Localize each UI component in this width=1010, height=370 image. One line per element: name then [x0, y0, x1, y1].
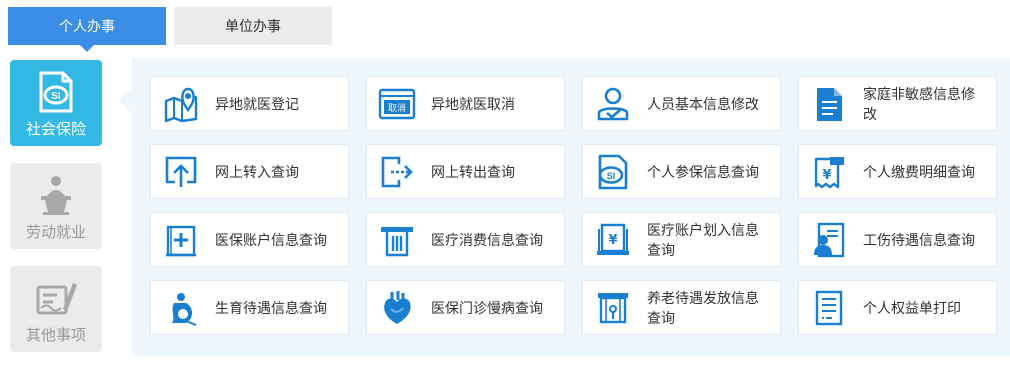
service-label: 异地就医登记: [215, 95, 299, 112]
service-label: 医保门诊慢病查询: [431, 299, 543, 316]
service-item-personal-insurance-query[interactable]: SI 个人参保信息查询: [582, 144, 781, 199]
document-icon: [805, 84, 853, 124]
service-label: 医保账户信息查询: [215, 231, 327, 248]
pregnancy-icon: [157, 288, 205, 328]
service-label: 工伤待遇信息查询: [863, 231, 975, 248]
service-item-medical-consumption-query[interactable]: 医疗消费信息查询: [366, 212, 565, 267]
speaker-podium-icon: [28, 171, 84, 219]
pension-frame-icon: [589, 288, 637, 328]
heart-organ-icon: [373, 288, 421, 328]
si-document-icon: SI: [589, 152, 637, 192]
tab-unit[interactable]: 单位办事: [174, 7, 332, 45]
user-check-icon: [589, 84, 637, 124]
social-insurance-icon: SI: [28, 68, 84, 116]
payment-receipt-icon: ¥: [805, 152, 853, 192]
svg-text:SI: SI: [607, 171, 616, 181]
service-label: 家庭非敏感信息修改: [863, 85, 975, 122]
service-label: 医疗消费信息查询: [431, 231, 543, 248]
svg-text:¥: ¥: [608, 233, 617, 248]
sidebar-item-employment[interactable]: 劳动就业: [10, 163, 102, 249]
service-item-payment-detail-query[interactable]: ¥ 个人缴费明细查询: [798, 144, 997, 199]
export-arrow-icon: [373, 152, 421, 192]
worker-card-icon: [805, 220, 853, 260]
sidebar-item-label: 其他事项: [25, 327, 86, 344]
sidebar-item-label: 劳动就业: [25, 224, 86, 241]
service-item-family-info-edit[interactable]: 家庭非敏感信息修改: [798, 76, 997, 131]
service-label: 网上转出查询: [431, 163, 515, 180]
service-item-pension-payment-query[interactable]: 养老待遇发放信息查询: [582, 280, 781, 335]
service-item-rights-statement-print[interactable]: 个人权益单打印: [798, 280, 997, 335]
service-label: 个人权益单打印: [863, 299, 961, 316]
service-label: 个人参保信息查询: [647, 163, 759, 180]
sidebar: SI 社会保险 劳动就业 其他事项: [10, 60, 102, 369]
cancel-window-icon: 取消: [373, 84, 421, 124]
service-item-maternity-benefit-query[interactable]: 生育待遇信息查询: [150, 280, 349, 335]
service-label: 个人缴费明细查询: [863, 163, 975, 180]
yen-transfer-icon: ¥: [589, 220, 637, 260]
svg-text:SI: SI: [51, 91, 61, 102]
sidebar-item-social-insurance[interactable]: SI 社会保险: [10, 60, 102, 146]
atm-slot-icon: [373, 220, 421, 260]
upload-arrow-icon: [157, 152, 205, 192]
service-label: 养老待遇发放信息查询: [647, 289, 759, 326]
sidebar-item-label: 社会保险: [25, 121, 86, 138]
service-label: 人员基本信息修改: [647, 95, 759, 112]
service-item-person-info-edit[interactable]: 人员基本信息修改: [582, 76, 781, 131]
service-item-transfer-out-query[interactable]: 网上转出查询: [366, 144, 565, 199]
service-item-chronic-disease-query[interactable]: 医保门诊慢病查询: [366, 280, 565, 335]
print-record-icon: [805, 288, 853, 328]
medical-box-icon: [157, 220, 205, 260]
panel-pointer: [119, 88, 132, 114]
service-label: 医疗账户划入信息查询: [647, 221, 759, 258]
tab-personal[interactable]: 个人办事: [8, 7, 166, 52]
service-item-remote-medical-cancel[interactable]: 取消 异地就医取消: [366, 76, 565, 131]
map-pin-icon: [157, 84, 205, 124]
svg-text:¥: ¥: [822, 168, 831, 183]
sign-document-icon: [28, 274, 84, 322]
service-item-transfer-in-query[interactable]: 网上转入查询: [150, 144, 349, 199]
service-item-remote-medical-register[interactable]: 异地就医登记: [150, 76, 349, 131]
sidebar-item-other[interactable]: 其他事项: [10, 266, 102, 352]
service-label: 生育待遇信息查询: [215, 299, 327, 316]
service-item-medical-account-query[interactable]: 医保账户信息查询: [150, 212, 349, 267]
service-grid: 异地就医登记 取消 异地就医取消 人员基本信息修改 家庭非敏感信息修改 网上转入…: [150, 76, 997, 335]
svg-text:取消: 取消: [388, 102, 406, 114]
service-item-medical-transfer-query[interactable]: ¥ 医疗账户划入信息查询: [582, 212, 781, 267]
top-tabs: 个人办事 单位办事: [8, 7, 332, 52]
service-label: 异地就医取消: [431, 95, 515, 112]
service-item-injury-benefit-query[interactable]: 工伤待遇信息查询: [798, 212, 997, 267]
service-label: 网上转入查询: [215, 163, 299, 180]
